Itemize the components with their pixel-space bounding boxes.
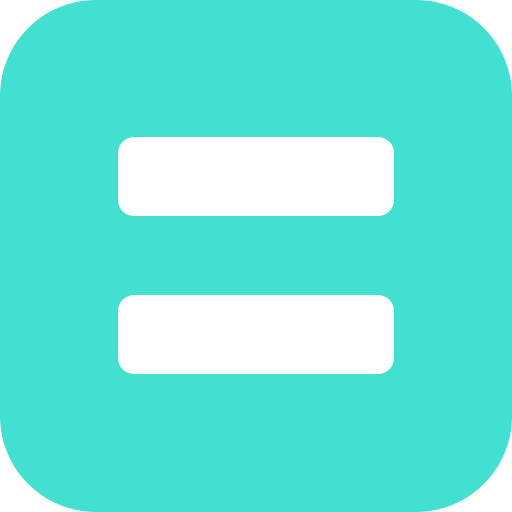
equals-bar-top [118, 137, 394, 216]
equals-icon [0, 0, 512, 512]
equals-bar-bottom [118, 295, 394, 374]
